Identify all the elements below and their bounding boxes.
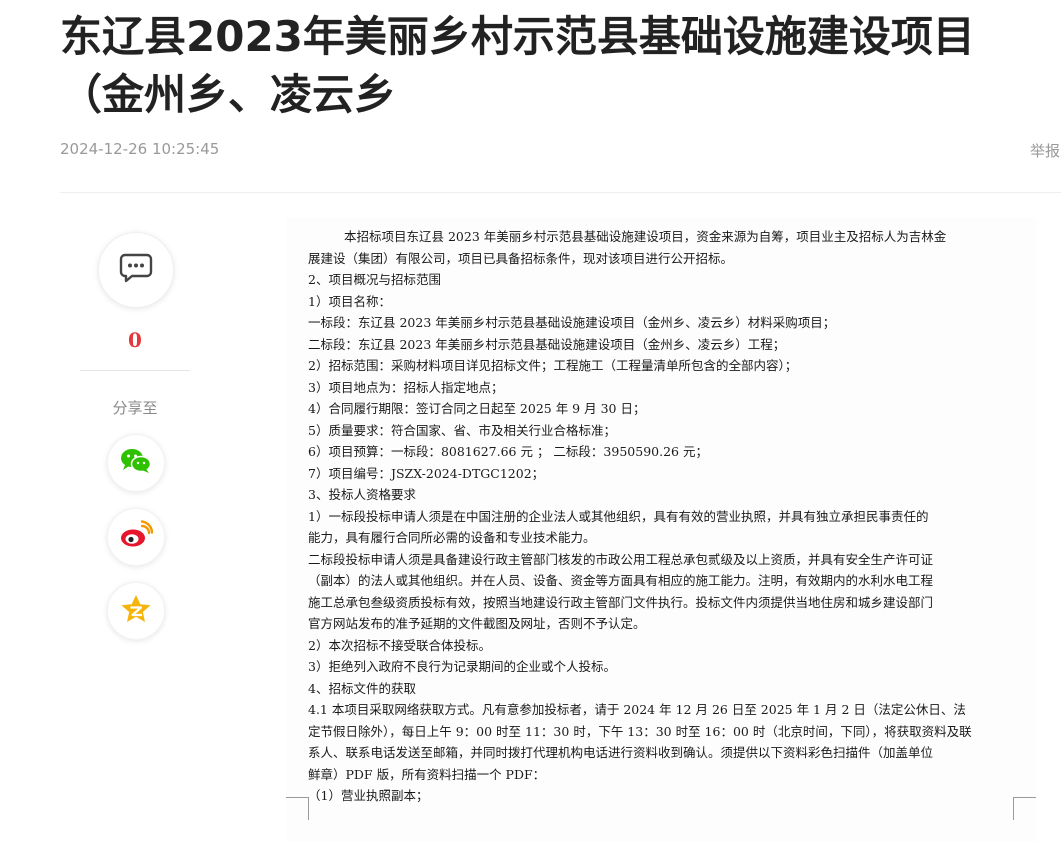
document-line: 2）招标范围：采购材料项目详见招标文件；工程施工（工程量清单所包含的全部内容）； [308,358,798,373]
document-line: 3）拒绝列入政府不良行为记录期间的企业或个人投标。 [308,659,616,674]
document-line: 2、项目概况与招标范围 [308,272,441,287]
document-line: （1）营业执照副本； [308,788,429,803]
document-line: 4.1 本项目采取网络获取方式。凡有意参加投标者，请于 2024 年 12 月 … [308,702,966,717]
document-line: 6）项目预算：一标段：8081627.66 元 ； 二标段：3950590.26… [308,444,708,459]
publish-time: 2024-12-26 10:25:45 [60,140,220,158]
document-line: 本招标项目东辽县 2023 年美丽乡村示范县基础设施建设项目，资金来源为自筹，项… [344,229,947,244]
header-divider [60,192,1061,193]
document-line: 官方网站发布的准予延期的文件截图及网址，否则不予认定。 [308,616,646,631]
document-line: 4、招标文件的获取 [308,680,416,696]
share-wechat-button[interactable] [107,434,165,492]
document-line: 施工总承包叁级资质投标有效，按照当地建设行政主管部门文件执行。投标文件内须提供当… [308,594,934,610]
weibo-icon [119,520,154,554]
comment-button[interactable] [98,232,174,308]
document-line: 展建设（集团）有限公司，项目已具备招标条件，现对该项目进行公开招标。 [308,250,734,266]
article-action-bar: 0 分享至 [80,232,190,640]
document-line: 2）本次招标不接受联合体投标。 [308,637,491,653]
comment-count[interactable]: 0 [80,328,190,352]
document-line: 二标段投标申请人须是具备建设行政主管部门核发的市政公用工程总承包贰级及以上资质，… [308,551,934,567]
share-qzone-button[interactable] [107,582,165,640]
document-line: 1）项目名称： [308,293,391,309]
document-line: 定节假日除外），每日上午 9：00 时至 11：30 时，下午 13：30 时至… [308,723,972,739]
document-line: 一标段：东辽县 2023 年美丽乡村示范县基础设施建设项目（金州乡、凌云乡）材料… [308,315,836,330]
document-line: 7）项目编号：JSZX-2024-DTGC1202； [308,465,545,481]
document-line: 3、投标人资格要求 [308,487,416,502]
crop-mark-bottom-right [1013,797,1036,820]
comment-icon [119,253,153,287]
document-line: 二标段：东辽县 2023 年美丽乡村示范县基础设施建设项目（金州乡、凌云乡）工程… [308,336,786,352]
share-weibo-button[interactable] [107,508,165,566]
article-title: 东辽县2023年美丽乡村示范县基础设施建设项目（金州乡、凌云乡 [60,12,975,119]
document-line: 能力，具有履行合同所必需的设备和专业技术能力。 [308,530,596,545]
document-text: 本招标项目东辽县 2023 年美丽乡村示范县基础设施建设项目，资金来源为自筹，项… [308,226,1014,807]
share-label: 分享至 [112,399,158,417]
scanned-document-image: 本招标项目东辽县 2023 年美丽乡村示范县基础设施建设项目，资金来源为自筹，项… [286,218,1036,842]
document-line: 3）项目地点为：招标人指定地点； [308,379,504,395]
report-link[interactable]: 举报 [1030,140,1060,161]
document-line: 系人、联系电话发送至邮箱，并同时拨打代理机构电话进行资料收到确认。须提供以下资料… [308,745,934,760]
wechat-icon [119,446,153,480]
document-line: 1）一标段投标申请人须是在中国注册的企业法人或其他组织，具有有效的营业执照，并具… [308,508,929,524]
article-page: 东辽县2023年美丽乡村示范县基础设施建设项目（金州乡、凌云乡 2024-12-… [0,0,1061,842]
action-divider [80,370,190,371]
qzone-icon [120,594,152,628]
document-line: 5）质量要求：符合国家、省、市及相关行业合格标准； [308,422,616,438]
document-line: 鲜章）PDF 版，所有资料扫描一个 PDF： [308,766,546,782]
document-line: 4）合同履行期限：签订合同之日起至 2025 年 9 月 30 日； [308,401,646,416]
document-line: （副本）的法人或其他组织。并在人员、设备、资金等方面具有相应的施工能力。注明，有… [308,573,934,588]
crop-mark-bottom-left [286,797,309,820]
